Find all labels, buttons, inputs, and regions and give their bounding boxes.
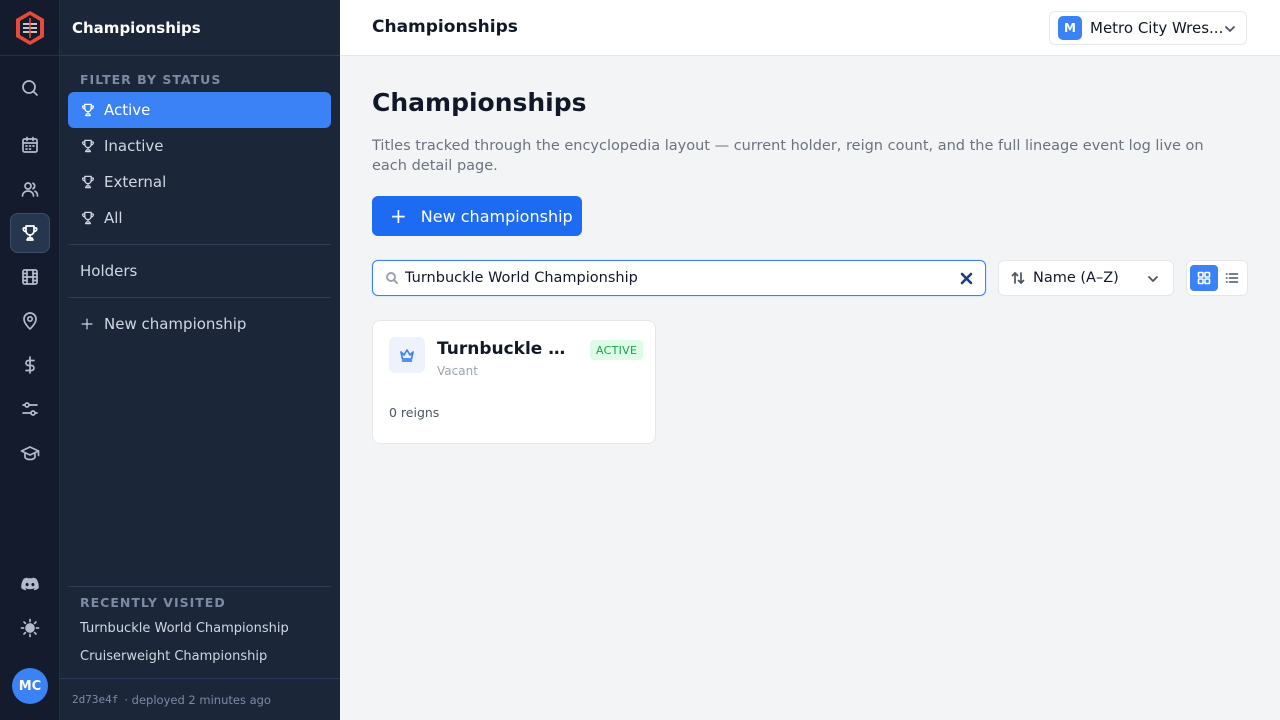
sort-icon <box>1011 272 1025 284</box>
current-holder: Vacant <box>437 364 478 378</box>
org-name: Metro City Wres... <box>1090 19 1224 37</box>
chevron-down-icon <box>1148 276 1158 282</box>
grid-icon <box>1197 271 1211 285</box>
trophy-icon <box>82 175 94 189</box>
users-icon[interactable] <box>10 169 50 209</box>
org-switcher[interactable]: M Metro City Wres... <box>1049 11 1247 45</box>
list-icon <box>1225 273 1239 283</box>
rail-divider <box>0 55 60 56</box>
sun-icon[interactable] <box>10 608 50 648</box>
trophy-icon <box>82 211 94 225</box>
search-icon <box>386 272 398 284</box>
view-toggle <box>1186 260 1248 296</box>
page-description: Titles tracked through the encyclopedia … <box>372 138 1204 174</box>
sort-value: Name (A–Z) <box>1033 270 1119 286</box>
trophy-icon <box>82 139 94 153</box>
discord-icon[interactable] <box>10 564 50 604</box>
filter-external[interactable]: External <box>68 164 331 200</box>
clear-search-icon[interactable] <box>960 272 973 285</box>
map-pin-icon[interactable] <box>10 301 50 341</box>
championship-name: Turnbuckle World Championship <box>437 339 579 359</box>
app-logo[interactable] <box>14 10 46 46</box>
filter-all[interactable]: All <box>68 200 331 236</box>
user-avatar[interactable]: MC <box>12 668 48 704</box>
calendar-icon[interactable] <box>10 125 50 165</box>
recent-heading: RECENTLY VISITED <box>80 595 226 610</box>
sort-select[interactable]: Name (A–Z) <box>998 260 1174 296</box>
trophy-icon <box>82 103 94 117</box>
list-view-button[interactable] <box>1218 265 1246 291</box>
chevron-down-icon <box>1225 26 1235 32</box>
new-championship-button-label: New championship <box>420 206 573 226</box>
recent-item[interactable]: Cruiserweight Championship <box>80 649 267 664</box>
crown-icon <box>400 349 414 362</box>
org-badge: M <box>1058 16 1082 40</box>
recent-item[interactable]: Turnbuckle World Championship <box>80 621 289 636</box>
top-bar: Championships M Metro City Wres... <box>340 0 1280 56</box>
deploy-status: · deployed 2 minutes ago <box>124 692 271 707</box>
crown-icon-box <box>389 337 425 373</box>
search-icon[interactable] <box>10 68 50 108</box>
deploy-footer: 2d73e4f · deployed 2 minutes ago <box>60 678 340 720</box>
header-title: Championships <box>372 17 518 37</box>
filter-label: Active <box>104 101 151 119</box>
dollar-icon[interactable] <box>10 345 50 385</box>
sidebar-divider <box>68 297 331 298</box>
trophy-icon[interactable] <box>10 213 50 253</box>
icon-rail: MC <box>0 0 60 720</box>
sidebar: Championships FILTER BY STATUS Active In… <box>60 0 340 720</box>
sidebar-divider <box>68 244 331 245</box>
filter-active[interactable]: Active <box>68 92 331 128</box>
page-title: Championships <box>372 88 587 117</box>
reign-count: 0 reigns <box>389 405 440 420</box>
new-championship-label: New championship <box>104 315 247 333</box>
filter-label: External <box>104 173 167 191</box>
filter-label: Inactive <box>104 137 164 155</box>
sidebar-title: Championships <box>72 18 201 37</box>
plus-icon <box>81 318 93 330</box>
search-field[interactable] <box>372 260 986 296</box>
filter-heading: FILTER BY STATUS <box>80 72 222 87</box>
commit-hash: 2d73e4f <box>72 693 119 706</box>
holders-link[interactable]: Holders <box>80 262 137 280</box>
graduation-cap-icon[interactable] <box>10 433 50 473</box>
status-badge: ACTIVE <box>590 340 644 360</box>
filter-inactive[interactable]: Inactive <box>68 128 331 164</box>
sidebar-header: Championships <box>60 0 340 56</box>
new-championship-link[interactable]: New championship <box>80 315 246 333</box>
championship-card[interactable]: Turnbuckle World Championship ACTIVE Vac… <box>372 320 656 444</box>
new-championship-button[interactable]: + New championship <box>372 196 582 236</box>
search-input[interactable] <box>405 270 945 286</box>
sidebar-divider <box>68 586 331 587</box>
plus-icon: + <box>390 204 407 228</box>
film-icon[interactable] <box>10 257 50 297</box>
filter-label: All <box>104 209 123 227</box>
sliders-icon[interactable] <box>10 389 50 429</box>
grid-view-button[interactable] <box>1190 265 1218 291</box>
